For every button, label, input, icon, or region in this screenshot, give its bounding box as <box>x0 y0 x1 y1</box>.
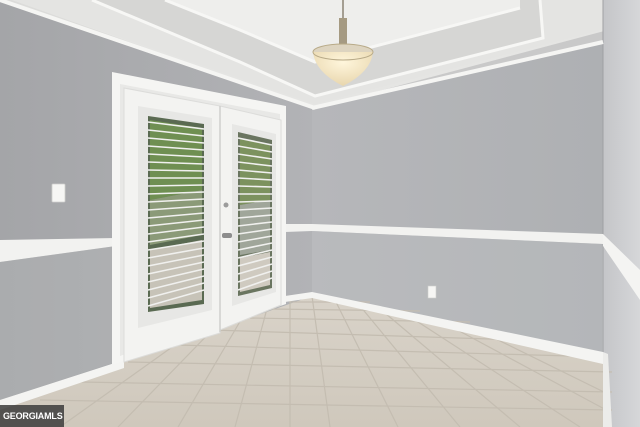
wall-outlet <box>427 285 437 299</box>
room-illustration <box>0 0 640 427</box>
mls-watermark: GEORGIAMLS <box>0 405 64 427</box>
room-photo: GEORGIAMLS <box>0 0 640 427</box>
light-switch <box>51 183 66 203</box>
right-wall <box>603 0 640 427</box>
door-handle <box>222 233 232 238</box>
door-deadbolt <box>223 202 229 208</box>
